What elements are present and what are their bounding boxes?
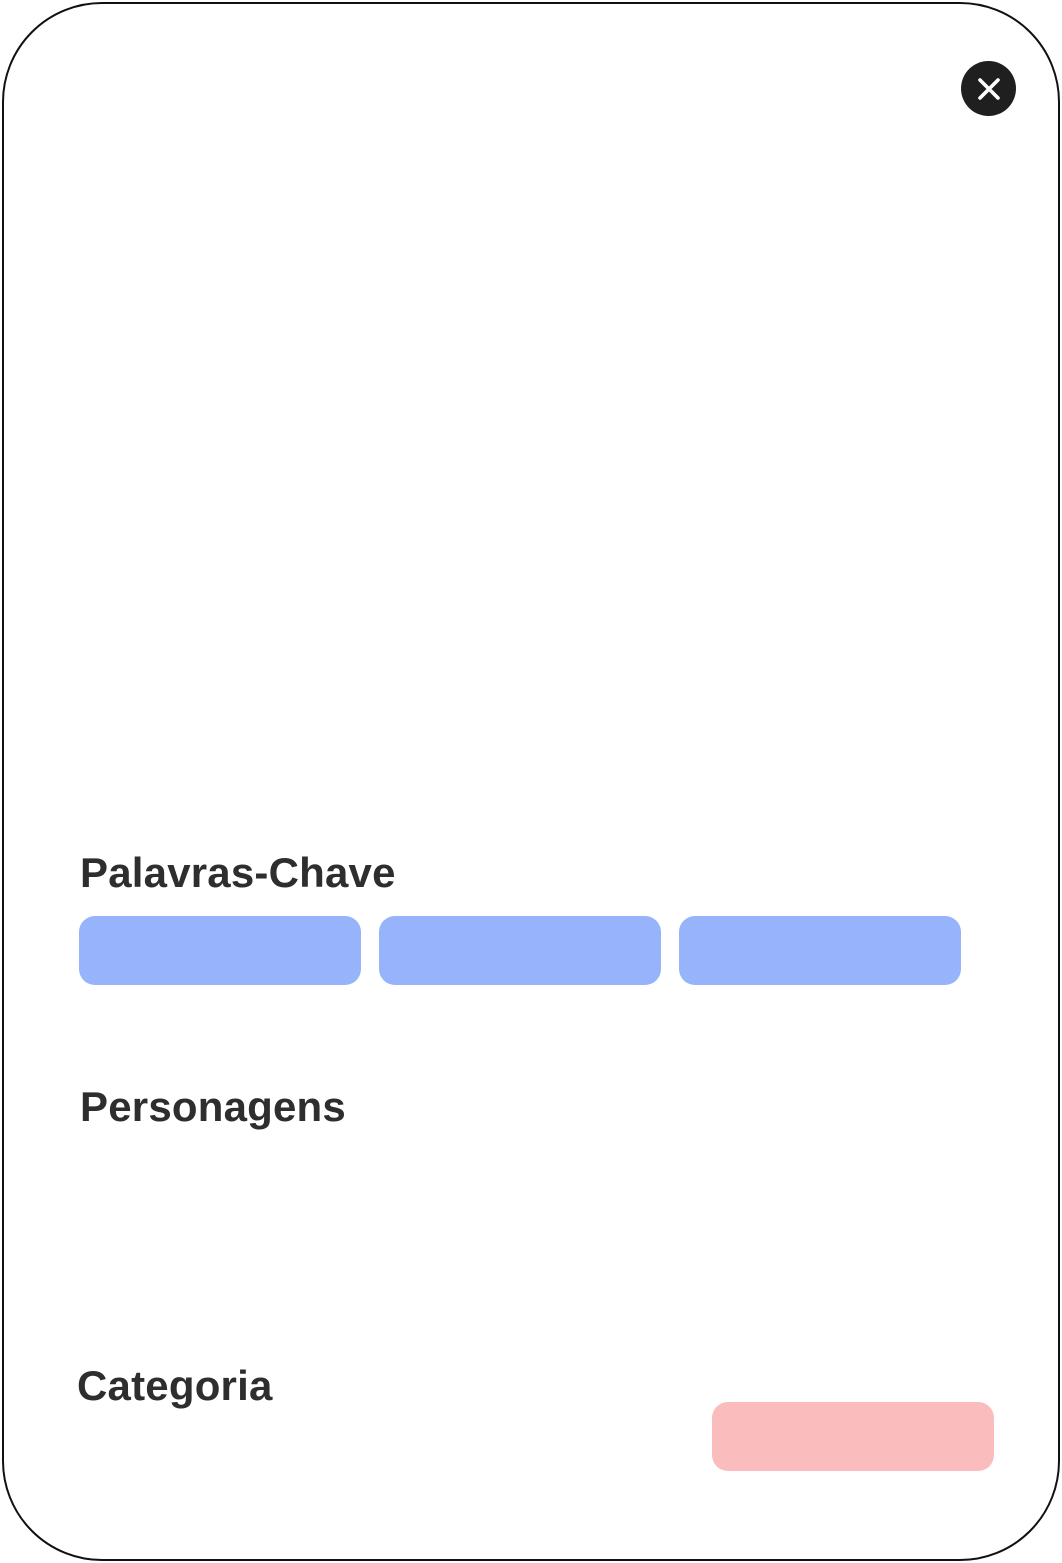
- characters-title: Personagens: [80, 1083, 346, 1130]
- close-button[interactable]: [961, 61, 1016, 116]
- category-chip[interactable]: [712, 1402, 994, 1471]
- keywords-title: Palavras-Chave: [80, 849, 396, 896]
- close-icon: [977, 77, 1000, 100]
- keyword-chip[interactable]: [79, 916, 361, 985]
- detail-card: Palavras-Chave Personagens Categoria: [2, 2, 1060, 1561]
- keyword-chip[interactable]: [679, 916, 961, 985]
- category-title: Categoria: [77, 1362, 273, 1409]
- keyword-chip[interactable]: [379, 916, 661, 985]
